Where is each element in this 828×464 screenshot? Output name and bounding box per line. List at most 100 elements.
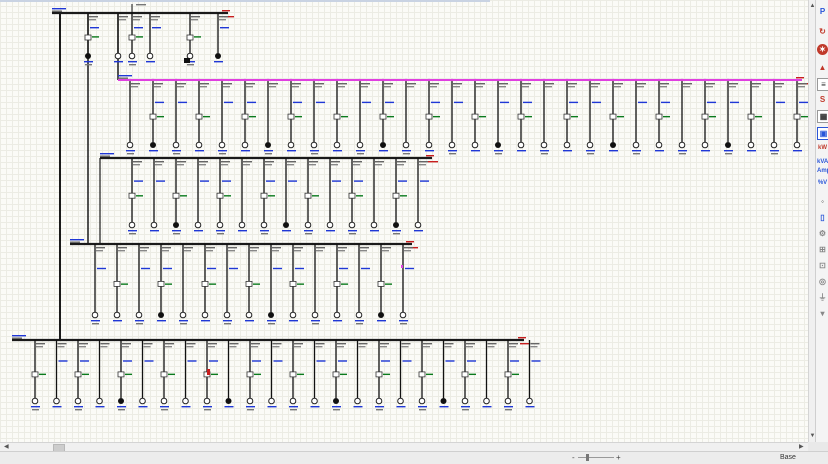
- feeder-breaker: [289, 371, 297, 378]
- meter-icon[interactable]: ▯: [817, 212, 828, 223]
- feeder-header-label: [221, 161, 230, 163]
- rotate-icon[interactable]: ↻: [817, 26, 828, 37]
- diagram-icon[interactable]: ▣: [817, 127, 828, 140]
- feeder-green-label: [209, 283, 216, 285]
- feeder-blue-label: [354, 180, 363, 182]
- phase-icon[interactable]: P: [817, 6, 828, 17]
- feeder-blue-label: [592, 101, 601, 104]
- feeder-blue-label: [420, 180, 429, 182]
- load-symbol-open: [504, 397, 512, 405]
- bus-connection-dot: [404, 78, 408, 82]
- load-symbol-filled: [268, 312, 274, 318]
- feeder-header-label: [89, 16, 98, 18]
- load-symbol-open: [128, 52, 136, 60]
- load-name-label: [245, 320, 254, 322]
- feeder-header-sublabel: [250, 250, 257, 252]
- zoom-in-icon[interactable]: +: [616, 452, 621, 464]
- feeder-header-label: [200, 83, 209, 85]
- feeder-blue-label: [398, 180, 407, 182]
- load-symbol-open: [260, 221, 268, 229]
- load-detail-label: [75, 409, 82, 411]
- report-icon[interactable]: ≡: [817, 78, 828, 91]
- bus-sublabel: [118, 77, 128, 79]
- feeder-header-label: [251, 343, 260, 345]
- load-detail-label: [376, 409, 383, 411]
- sequence-icon[interactable]: ▲: [817, 62, 828, 73]
- load-detail-label: [305, 233, 312, 235]
- load-name-label: [95, 406, 105, 408]
- feeder-header-sublabel: [568, 86, 575, 88]
- load-detail-label: [129, 64, 136, 66]
- load-name-label: [287, 150, 296, 152]
- zoom-slider-thumb[interactable]: [586, 454, 589, 461]
- feeder-breaker: [333, 113, 341, 120]
- bus-connection-dot: [726, 78, 730, 82]
- feeder-header-label: [79, 343, 88, 345]
- ground-icon[interactable]: ⏚: [817, 292, 828, 303]
- grid-icon[interactable]: ⊞: [817, 244, 828, 255]
- breaker-icon[interactable]: ⊡: [817, 260, 828, 271]
- feeder-header-sublabel: [199, 164, 206, 166]
- load-symbol-open: [375, 397, 383, 405]
- load-detail-label: [173, 153, 180, 155]
- feeder-header-sublabel: [208, 346, 215, 348]
- feeder-breaker: [379, 113, 387, 120]
- feeder-header-sublabel: [223, 86, 230, 88]
- load-name-label: [609, 150, 618, 152]
- feeder-header-label: [143, 343, 153, 345]
- table-icon[interactable]: ▦: [817, 110, 828, 123]
- load-name-label: [214, 61, 223, 63]
- load-symbol-open: [91, 311, 99, 319]
- load-name-label: [402, 150, 411, 152]
- feeder-header-label: [36, 343, 45, 345]
- load-symbol-open: [289, 311, 297, 319]
- load-symbol-filled: [380, 142, 386, 148]
- load-symbol-open: [74, 397, 82, 405]
- feeder-blue-label: [220, 27, 229, 29]
- feeder-green-label: [297, 373, 304, 376]
- feeder-header-label: [287, 161, 296, 163]
- zoom-slider[interactable]: [578, 457, 614, 458]
- load-symbol-open: [160, 397, 168, 405]
- feeder-header-sublabel: [251, 346, 258, 348]
- load-icon[interactable]: ▾: [817, 308, 828, 319]
- load-name-label: [241, 150, 250, 152]
- single-line-diagram[interactable]: [0, 0, 808, 442]
- horizontal-scrollbar[interactable]: ◀ ▶: [0, 442, 808, 452]
- feeder-blue-label: [144, 360, 154, 362]
- load-name-label: [149, 150, 158, 152]
- busbar-icon[interactable]: S: [817, 94, 828, 105]
- load-detail-label: [356, 323, 363, 325]
- feeder-header-label: [133, 16, 142, 18]
- one-line-diagram-canvas[interactable]: [0, 0, 808, 442]
- load-name-label: [117, 406, 126, 408]
- feeder-breaker: [149, 113, 157, 120]
- load-symbol-open: [216, 221, 224, 229]
- feeder-header-label: [358, 343, 368, 345]
- load-symbol-open: [370, 221, 378, 229]
- bus-connection-dot: [197, 78, 201, 82]
- bus-connection-dot: [588, 78, 592, 82]
- feeder-blue-label: [163, 267, 172, 270]
- feeder-blue-label: [500, 101, 509, 104]
- load-detail-label: [224, 323, 231, 325]
- feeder-blue-label: [467, 360, 476, 362]
- percent-v-icon[interactable]: %V: [817, 178, 828, 189]
- zoom-out-icon[interactable]: -: [572, 452, 575, 464]
- feeder-blue-label: [431, 101, 440, 104]
- feeder-header-sublabel: [360, 250, 367, 252]
- feeder-header-label: [243, 161, 252, 163]
- scroll-left-arrow-icon[interactable]: ◀: [4, 443, 9, 451]
- feeder-header-label: [133, 161, 142, 163]
- relay-icon[interactable]: ⚙: [817, 228, 828, 239]
- load-symbol-open: [172, 141, 180, 149]
- probe-icon[interactable]: ◦: [817, 196, 828, 207]
- flash-icon[interactable]: ✶: [817, 44, 828, 55]
- scroll-right-arrow-icon[interactable]: ▶: [799, 443, 804, 451]
- amp-icon[interactable]: Amp: [817, 166, 828, 177]
- load-detail-label: [92, 323, 99, 325]
- feeder-header-sublabel: [177, 86, 184, 88]
- kw-icon[interactable]: kW: [817, 143, 828, 154]
- feeder-green-label: [755, 115, 762, 118]
- motor-icon[interactable]: ◎: [817, 276, 828, 287]
